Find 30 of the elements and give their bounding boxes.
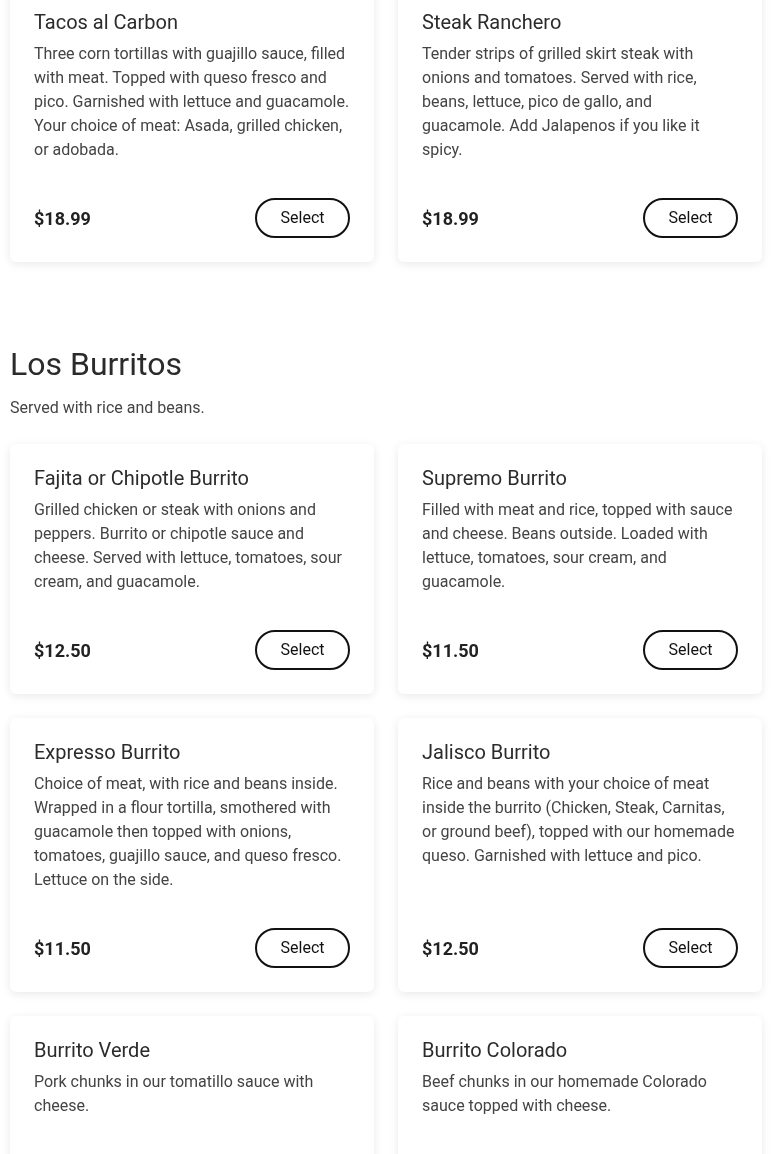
item-description: Tender strips of grilled skirt steak with onions and tomatoes. Served with rice, beans, lettuce, pico de gallo, and guacamole. Add Jalapenos if you like it spicy. [422,43,701,161]
item-title: Expresso Burrito [34,739,182,766]
item-title: Supremo Burrito [422,465,568,492]
item-description: Three corn tortillas with guajillo sauce, filled with meat. Topped with queso fresco and pico. Garnished with lettuce and guacamole. Your choice of meat: Asada, grilled chicken, or adobada. [34,43,350,161]
section-title: Los Burritos [10,344,183,384]
select-button[interactable]: Select [255,928,350,968]
item-price: $18.99 [422,206,479,231]
item-title: Tacos al Carbon [34,9,179,36]
item-description: Choice of meat, with rice and beans inside. Wrapped in a flour tortilla, smothered with guacamole then topped with onions, tomatoes, guajillo sauce, and queso fresco. Lettuce on the side. [34,773,343,891]
select-button[interactable]: Select [643,630,738,670]
item-price: $18.99 [34,206,91,231]
select-button[interactable]: Select [255,198,350,238]
item-title: Fajita or Chipotle Burrito [34,465,250,492]
select-button[interactable]: Select [643,198,738,238]
item-price: $12.50 [422,936,479,961]
item-title: Burrito Colorado [422,1037,569,1064]
item-price: $11.50 [34,936,91,961]
item-title: Steak Ranchero [422,9,563,36]
select-button[interactable]: Select [255,630,350,670]
item-description: Grilled chicken or steak with onions and peppers. Burrito or chipotle sauce and cheese. Served with lettuce, tomatoes, sour cream, and guacamole. [34,499,343,593]
item-description: Beef chunks in our homemade Colorado sauce topped with cheese. [422,1071,708,1117]
item-description: Pork chunks in our tomatillo sauce with cheese. [34,1071,315,1117]
item-title: Burrito Verde [34,1037,151,1064]
item-description: Rice and beans with your choice of meat inside the burrito (Chicken, Steak, Carnitas, or ground beef), topped with our homemade queso. Garnished with lettuce and pico. [422,773,736,867]
item-price: $12.50 [34,638,91,663]
item-title: Jalisco Burrito [422,739,552,766]
select-button[interactable]: Select [643,928,738,968]
item-description: Filled with meat and rice, topped with sauce and cheese. Beans outside. Loaded with lettuce, tomatoes, sour cream, and guacamole. [422,499,734,593]
item-price: $11.50 [422,638,479,663]
section-subtitle: Served with rice and beans. [10,397,206,419]
